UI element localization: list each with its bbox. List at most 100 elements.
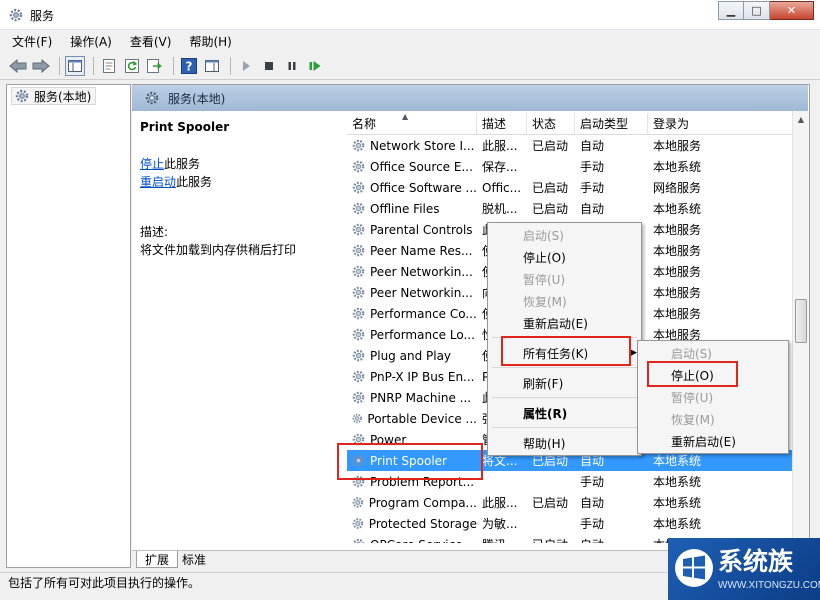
submenu-start[interactable]: 启动(S) — [671, 343, 712, 363]
menu-action[interactable]: 操作(A) — [70, 33, 112, 50]
service-gear-icon — [352, 538, 365, 543]
service-gear-icon — [352, 244, 365, 257]
context-menu-help[interactable]: 帮助(H) — [523, 433, 565, 453]
service-gear-icon — [352, 307, 365, 320]
vertical-scrollbar[interactable]: ▲ ▼ — [792, 111, 809, 551]
list-header: ▲ 名称 描述 状态 启动类型 登录为 — [347, 113, 793, 135]
cell-description: 为敏... — [482, 517, 518, 531]
column-header-log-on-as[interactable]: 登录为 — [648, 113, 705, 134]
cell-status — [527, 156, 575, 177]
service-gear-icon — [352, 328, 365, 341]
table-row[interactable]: Office Source E... 保存... 手动 本地系统 — [347, 156, 793, 177]
services-panel: 服务(本地) Print Spooler 停止此服务 重启动此服务 描述: 将文… — [132, 84, 810, 568]
menu-view[interactable]: 查看(V) — [130, 33, 172, 50]
service-name: Performance Lo... — [370, 327, 475, 342]
table-row[interactable]: Program Compa... 此服... 已启动 自动 本地系统 — [347, 492, 793, 513]
show-hide-action-pane-button[interactable] — [202, 56, 222, 76]
back-button[interactable] — [8, 56, 28, 76]
cell-log-on-as: 本地系统 — [653, 496, 702, 510]
pause-service-button[interactable] — [282, 56, 302, 76]
scroll-up-icon[interactable]: ▲ — [793, 111, 809, 128]
back-arrow-icon — [9, 58, 27, 73]
service-gear-icon — [352, 497, 364, 508]
column-header-startup-type[interactable]: 启动类型 — [575, 113, 648, 134]
tab-extended[interactable]: 扩展 — [136, 551, 179, 568]
cell-name: Performance Co... — [347, 303, 477, 324]
context-menu-stop[interactable]: 停止(O) — [523, 247, 566, 267]
restart-service-suffix: 此服务 — [176, 175, 213, 189]
cell-name: PnP-X IP Bus En... — [347, 366, 477, 387]
service-name: Offline Files — [370, 201, 440, 216]
context-menu-refresh[interactable]: 刷新(F) — [523, 373, 563, 393]
cell-log-on-as: 本地服务 — [653, 139, 702, 153]
tab-standard[interactable]: 标准 — [174, 551, 214, 568]
show-hide-console-tree-button[interactable] — [65, 55, 85, 76]
service-name: Peer Name Res... — [370, 243, 473, 258]
column-header-status[interactable]: 状态 — [527, 113, 575, 134]
menu-help[interactable]: 帮助(H) — [189, 33, 231, 50]
restart-service-link[interactable]: 重启动 — [140, 175, 176, 189]
refresh-toolbar-button[interactable] — [122, 56, 142, 76]
submenu-restart[interactable]: 重新启动(E) — [671, 431, 736, 451]
table-row[interactable]: Offline Files 脱机... 已启动 自动 本地系统 — [347, 198, 793, 219]
cell-name: QPCore Service — [347, 534, 477, 543]
tree-item-services-local[interactable]: 服务(本地) — [11, 87, 97, 105]
action-pane-icon — [205, 59, 219, 72]
cell-log-on-as: 网络服务 — [653, 181, 702, 195]
cell-description: 此服... — [482, 496, 518, 510]
toolbar-separator — [93, 56, 94, 75]
maximize-button[interactable]: □ — [744, 1, 770, 20]
cell-status: 已启动 — [532, 496, 569, 510]
toolbar: ? — [0, 52, 820, 80]
column-header-label: 名称 — [352, 117, 377, 131]
context-menu-pause[interactable]: 暂停(U) — [523, 269, 565, 289]
context-menu-resume[interactable]: 恢复(M) — [523, 291, 567, 311]
cell-name: Peer Name Res... — [347, 240, 477, 261]
annotation-box-stop — [647, 361, 738, 387]
start-service-button[interactable] — [236, 56, 256, 76]
title-bar: 服务 ▁ □ ✕ — [0, 0, 820, 30]
restart-play-icon — [309, 60, 321, 71]
stop-service-button[interactable] — [259, 56, 279, 76]
context-menu-restart[interactable]: 重新启动(E) — [523, 313, 588, 333]
properties-toolbar-button[interactable] — [99, 56, 119, 76]
service-name: Portable Device ... — [367, 411, 477, 426]
service-name: Office Source E... — [370, 159, 473, 174]
table-row[interactable]: Network Store I... 此服... 已启动 自动 本地服务 — [347, 135, 793, 156]
toolbar-separator — [230, 56, 231, 75]
minimize-button[interactable]: ▁ — [718, 1, 744, 20]
service-gear-icon — [352, 391, 365, 404]
cell-name: Network Store I... — [347, 135, 477, 156]
column-header-description[interactable]: 描述 — [477, 113, 527, 134]
panel-header: 服务(本地) — [132, 85, 808, 111]
submenu-resume[interactable]: 恢复(M) — [671, 409, 715, 429]
annotation-box-all-tasks — [501, 336, 631, 366]
table-row[interactable]: Protected Storage 为敏... 手动 本地系统 — [347, 513, 793, 534]
service-name: Peer Networkin... — [370, 264, 473, 279]
cell-name: Parental Controls — [347, 219, 477, 240]
stop-service-link[interactable]: 停止 — [140, 157, 164, 171]
service-name: QPCore Service — [370, 538, 463, 544]
cell-description: Offic... — [482, 180, 522, 195]
menu-file[interactable]: 文件(F) — [12, 33, 52, 50]
tree-item-label: 服务(本地) — [34, 89, 92, 104]
scrollbar-thumb[interactable] — [795, 299, 807, 343]
stop-service-row: 停止此服务 — [140, 155, 200, 172]
forward-button[interactable] — [31, 56, 51, 76]
cell-description — [477, 471, 527, 492]
context-menu-start[interactable]: 启动(S) — [523, 225, 564, 245]
submenu-pause[interactable]: 暂停(U) — [671, 387, 713, 407]
table-row[interactable]: Office Software ... Offic... 已启动 手动 网络服务 — [347, 177, 793, 198]
menu-bar: 文件(F) 操作(A) 查看(V) 帮助(H) — [0, 30, 820, 52]
help-toolbar-button[interactable]: ? — [179, 56, 199, 76]
console-tree-icon — [68, 59, 82, 72]
context-menu-properties[interactable]: 属性(R) — [523, 403, 567, 423]
close-button[interactable]: ✕ — [770, 1, 814, 20]
refresh-icon — [125, 58, 139, 73]
export-list-button[interactable] — [145, 56, 165, 76]
column-header-name[interactable]: ▲ 名称 — [347, 113, 477, 134]
windows-logo-icon — [675, 549, 713, 587]
cell-log-on-as: 本地系统 — [653, 475, 702, 489]
annotation-box-print-spooler — [337, 443, 483, 480]
restart-service-button[interactable] — [305, 56, 325, 76]
